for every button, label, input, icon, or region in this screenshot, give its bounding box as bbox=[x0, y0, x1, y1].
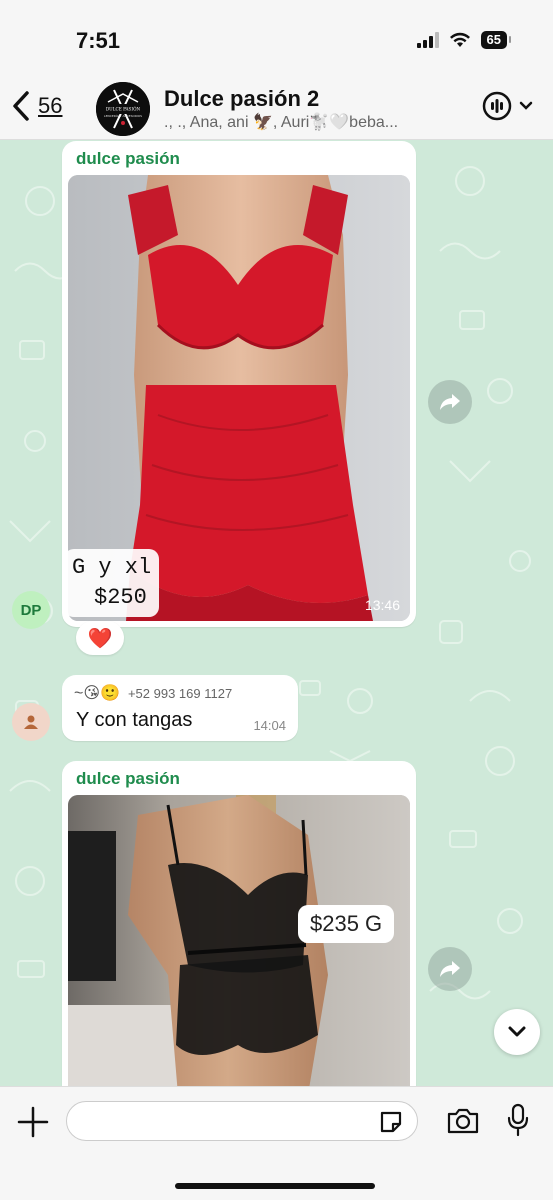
avatar-dp[interactable]: DP bbox=[12, 591, 50, 629]
microphone-button[interactable] bbox=[506, 1103, 530, 1142]
forward-button-1[interactable] bbox=[428, 380, 472, 424]
status-icons: 65 bbox=[416, 31, 512, 49]
size-text: G y xl bbox=[72, 555, 152, 580]
message-body: Y con tangas bbox=[76, 709, 193, 731]
microphone-icon bbox=[507, 1103, 529, 1137]
message-time: 13:46 bbox=[364, 597, 400, 613]
call-button[interactable] bbox=[481, 90, 513, 127]
sender-emojis: ~😘🙂 bbox=[74, 685, 120, 702]
camera-icon bbox=[447, 1108, 479, 1134]
message-time: 14:04 bbox=[253, 718, 286, 733]
call-icon bbox=[482, 91, 512, 121]
status-time: 7:51 bbox=[76, 28, 121, 53]
forward-icon bbox=[440, 961, 460, 977]
person-icon bbox=[24, 715, 38, 729]
sender-name[interactable]: dulce pasión bbox=[76, 149, 180, 169]
chevron-down-icon bbox=[519, 101, 533, 110]
battery-indicator: 65 bbox=[480, 31, 512, 49]
price-text: $250 bbox=[94, 585, 147, 610]
group-avatar[interactable]: DULCE PASIÓN LENCERÍA Y ACCESORIOS bbox=[96, 82, 150, 136]
call-menu-button[interactable] bbox=[519, 98, 533, 116]
sender-phone[interactable]: +52 993 169 1127 bbox=[128, 686, 232, 701]
message-input[interactable] bbox=[66, 1101, 418, 1141]
forward-button-3[interactable] bbox=[428, 947, 472, 991]
svg-text:DULCE PASIÓN: DULCE PASIÓN bbox=[106, 107, 141, 112]
back-chevron-icon bbox=[13, 91, 29, 121]
status-bar: 7:51 65 bbox=[0, 0, 553, 80]
forward-icon bbox=[440, 394, 460, 410]
scroll-down-button[interactable] bbox=[494, 1009, 540, 1055]
price-label: G y xl $250 bbox=[64, 549, 160, 617]
group-members[interactable]: ., ., Ana, ani 🦅, Auri🐩🤍beba... bbox=[164, 112, 444, 132]
sender-name[interactable]: dulce pasión bbox=[76, 769, 180, 789]
wifi-icon bbox=[449, 32, 470, 47]
sticker-button[interactable] bbox=[378, 1109, 404, 1140]
composer-bar bbox=[0, 1086, 553, 1200]
unread-count: 56 bbox=[38, 93, 63, 118]
signal-icon bbox=[416, 32, 439, 48]
plus-icon bbox=[17, 1106, 49, 1138]
attach-button[interactable] bbox=[16, 1105, 50, 1144]
back-button[interactable]: 56 bbox=[10, 90, 62, 122]
group-logo: DULCE PASIÓN LENCERÍA Y ACCESORIOS bbox=[96, 82, 150, 136]
sender-info: ~😘🙂 +52 993 169 1127 bbox=[74, 683, 232, 703]
svg-text:LENCERÍA Y ACCESORIOS: LENCERÍA Y ACCESORIOS bbox=[104, 113, 142, 118]
home-indicator bbox=[175, 1183, 375, 1189]
sticker-icon bbox=[380, 1111, 402, 1133]
message-text-2[interactable]: ~😘🙂 +52 993 169 1127 Y con tangas 14:04 bbox=[62, 675, 298, 741]
chevron-down-icon bbox=[508, 1026, 526, 1037]
message-image-3[interactable]: dulce pasión $235 G bbox=[62, 761, 416, 1086]
chat-area[interactable]: dulce pasión 13:46 G y xl $250 DP ❤️ ~😘🙂… bbox=[0, 141, 553, 1086]
group-title[interactable]: Dulce pasión 2 bbox=[164, 86, 319, 112]
message-image-1[interactable]: dulce pasión 13:46 G y xl $250 bbox=[62, 141, 416, 627]
camera-button[interactable] bbox=[446, 1107, 480, 1140]
price-tag: $235 G bbox=[298, 905, 395, 943]
reaction-heart[interactable]: ❤️ bbox=[76, 621, 124, 655]
user-avatar[interactable] bbox=[12, 703, 50, 741]
chat-header: 56 DULCE PASIÓN LENCERÍA Y ACCESORIOS Du… bbox=[0, 80, 553, 140]
